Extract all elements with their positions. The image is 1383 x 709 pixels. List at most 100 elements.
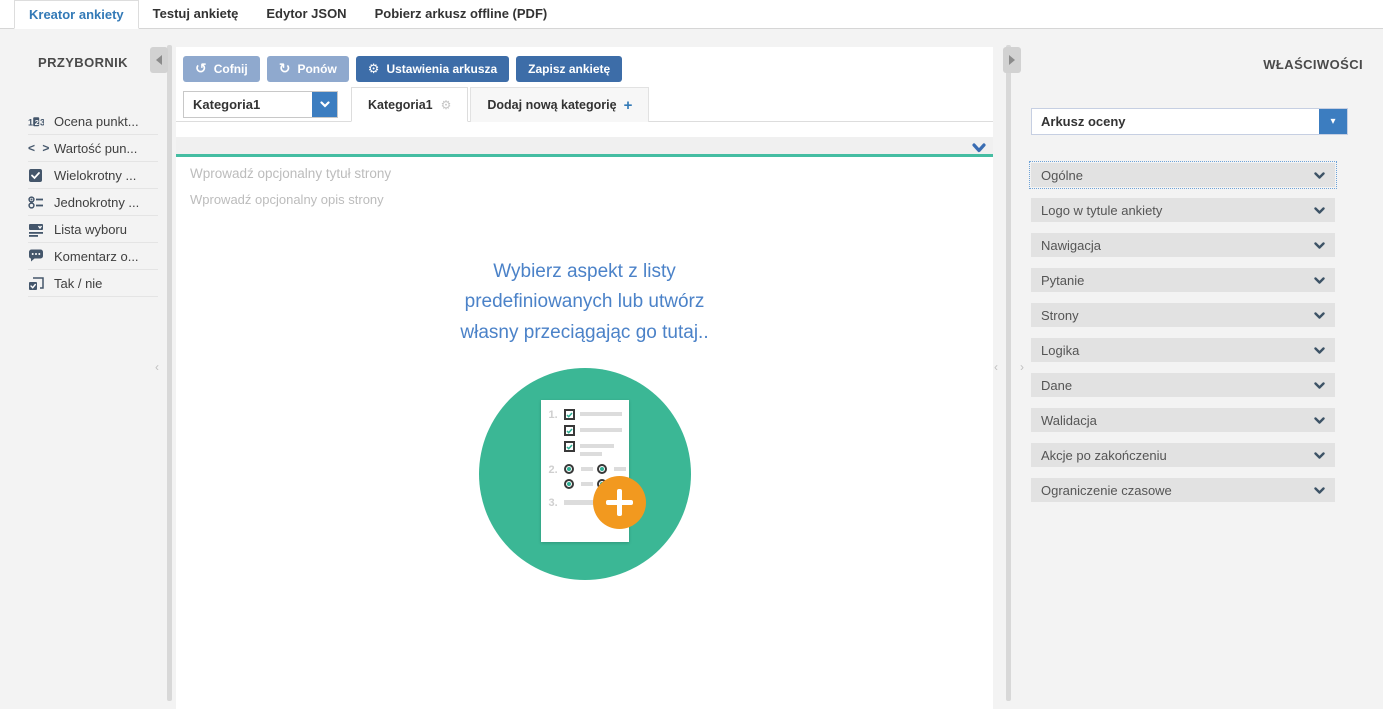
toolbox-item-label: Ocena punkt... xyxy=(54,114,139,129)
category-gear-icon[interactable]: ⚙ xyxy=(441,98,452,112)
chevron-down-icon xyxy=(1314,207,1325,214)
save-survey-button[interactable]: Zapisz ankietę xyxy=(516,56,622,82)
toolbox-item-value[interactable]: < > Wartość pun... xyxy=(28,135,158,162)
value-icon: < > xyxy=(28,141,54,155)
properties-panel: WŁAŚCIWOŚCI Arkusz oceny ▾ Ogólne Logo w… xyxy=(1011,29,1383,709)
toolbox-item-label: Tak / nie xyxy=(54,276,102,291)
accordion-section-completion-actions[interactable]: Akcje po zakończeniu xyxy=(1031,443,1335,467)
accordion-section-data[interactable]: Dane xyxy=(1031,373,1335,397)
empty-page-message: Wybierz aspekt z listy predefiniowanych … xyxy=(190,257,979,348)
tab-download-pdf[interactable]: Pobierz arkusz offline (PDF) xyxy=(361,0,562,29)
accordion-section-logic[interactable]: Logika xyxy=(1031,338,1335,362)
sheet-settings-button[interactable]: ⚙ Ustawienia arkusza xyxy=(356,56,509,82)
gear-icon: ⚙ xyxy=(368,63,380,76)
boolean-icon xyxy=(28,276,54,291)
svg-text:2: 2 xyxy=(35,118,39,127)
svg-text:3: 3 xyxy=(40,117,44,127)
add-question-plus-icon xyxy=(593,476,646,529)
page-title-input[interactable]: Wprowadź opcjonalny tytuł strony xyxy=(190,166,979,181)
illustration-number: 1. xyxy=(549,409,564,458)
toolbox-item-checkbox[interactable]: Wielokrotny ... xyxy=(28,162,158,189)
chevron-down-icon xyxy=(1314,312,1325,319)
undo-button[interactable]: ↺ Cofnij xyxy=(183,56,260,82)
accordion-section-time-limit[interactable]: Ograniczenie czasowe xyxy=(1031,478,1335,502)
main-tab-bar: Kreator ankiety Testuj ankietę Edytor JS… xyxy=(0,0,1383,29)
undo-icon: ↺ xyxy=(195,62,207,76)
redo-label: Ponów xyxy=(297,62,336,76)
workspace: PRZYBORNIK 123 Ocena punkt... < > Wartoś… xyxy=(0,29,1383,709)
properties-object-selector[interactable]: Arkusz oceny ▾ xyxy=(1031,108,1348,135)
collapse-toolbox-button[interactable] xyxy=(150,47,168,73)
toolbox-item-radiogroup[interactable]: Jednokrotny ... xyxy=(28,189,158,216)
chevron-down-icon xyxy=(320,101,330,108)
chevron-down-icon xyxy=(1314,172,1325,179)
canvas-toolbar: ↺ Cofnij ↻ Ponów ⚙ Ustawienia arkusza Za… xyxy=(176,47,993,82)
toolbox-list: 123 Ocena punkt... < > Wartość pun... Wi… xyxy=(28,108,158,297)
checkbox-icon xyxy=(28,168,54,183)
accordion-section-logo[interactable]: Logo w tytule ankiety xyxy=(1031,198,1335,222)
undo-label: Cofnij xyxy=(214,62,248,76)
chevron-left-icon xyxy=(156,55,162,65)
toolbox-item-label: Jednokrotny ... xyxy=(54,195,139,210)
comment-icon xyxy=(28,249,54,264)
properties-selector-value: Arkusz oceny xyxy=(1032,109,1319,134)
add-category-label: Dodaj nową kategorię xyxy=(487,98,616,112)
caret-down-icon: ▾ xyxy=(1330,116,1335,127)
toolbox-title: PRZYBORNIK xyxy=(0,55,166,70)
tab-json-editor[interactable]: Edytor JSON xyxy=(252,0,360,29)
toolbox-item-rating[interactable]: 123 Ocena punkt... xyxy=(28,108,158,135)
category-selector-dropdown-button[interactable] xyxy=(312,92,337,117)
toolbox-item-comment[interactable]: Komentarz o... xyxy=(28,243,158,270)
page-description-input[interactable]: Wprowadź opcjonalny opis strony xyxy=(190,192,979,207)
properties-accordion: Ogólne Logo w tytule ankiety Nawigacja P… xyxy=(1031,163,1335,502)
chevron-down-icon xyxy=(972,143,986,153)
chevron-down-icon xyxy=(1314,347,1325,354)
save-survey-label: Zapisz ankietę xyxy=(528,62,610,76)
category-tab-active[interactable]: Kategoria1 ⚙ xyxy=(351,87,468,122)
accordion-section-navigation[interactable]: Nawigacja xyxy=(1031,233,1335,257)
toolbox-item-label: Wartość pun... xyxy=(54,141,137,156)
chevron-down-icon xyxy=(1314,277,1325,284)
collapse-properties-button[interactable] xyxy=(1003,47,1021,73)
toolbox-item-label: Komentarz o... xyxy=(54,249,139,264)
dropdown-icon xyxy=(28,222,54,237)
properties-title: WŁAŚCIWOŚCI xyxy=(1011,57,1383,72)
tab-test-survey[interactable]: Testuj ankietę xyxy=(139,0,253,29)
design-canvas: ↺ Cofnij ↻ Ponów ⚙ Ustawienia arkusza Za… xyxy=(176,47,993,709)
chevron-down-icon xyxy=(1314,417,1325,424)
svg-text:1: 1 xyxy=(28,117,33,127)
toolbox-item-label: Lista wyboru xyxy=(54,222,127,237)
chevron-down-icon xyxy=(1314,452,1325,459)
properties-selector-dropdown-button[interactable]: ▾ xyxy=(1319,109,1347,134)
toolbox-panel: PRZYBORNIK 123 Ocena punkt... < > Wartoś… xyxy=(0,29,166,709)
accordion-section-general[interactable]: Ogólne xyxy=(1031,163,1335,187)
chevron-down-icon xyxy=(1314,487,1325,494)
accordion-section-question[interactable]: Pytanie xyxy=(1031,268,1335,292)
chevron-down-icon xyxy=(1314,242,1325,249)
category-selector-value: Kategoria1 xyxy=(184,92,312,117)
illustration-number: 2. xyxy=(549,464,564,489)
add-category-tab[interactable]: Dodaj nową kategorię + xyxy=(470,87,649,122)
toolbox-item-dropdown[interactable]: Lista wyboru xyxy=(28,216,158,243)
accordion-section-validation[interactable]: Walidacja xyxy=(1031,408,1335,432)
chevron-down-icon xyxy=(1314,382,1325,389)
tab-survey-creator[interactable]: Kreator ankiety xyxy=(14,0,139,29)
drop-zone-illustration: 1. xyxy=(479,368,691,580)
page-header-band xyxy=(176,137,993,157)
illustration-number: 3. xyxy=(549,497,564,509)
sheet-settings-label: Ustawienia arkusza xyxy=(386,62,497,76)
category-selector[interactable]: Kategoria1 xyxy=(183,91,338,118)
redo-button[interactable]: ↻ Ponów xyxy=(267,56,349,82)
category-tab-bar: Kategoria1 Kategoria1 ⚙ Dodaj nową kateg… xyxy=(176,87,993,122)
radiogroup-icon xyxy=(28,195,54,210)
accordion-section-pages[interactable]: Strony xyxy=(1031,303,1335,327)
redo-icon: ↻ xyxy=(279,62,291,76)
page-collapse-button[interactable] xyxy=(972,140,986,158)
page-body: Wprowadź opcjonalny tytuł strony Wprowad… xyxy=(176,157,993,580)
toolbox-item-boolean[interactable]: Tak / nie xyxy=(28,270,158,297)
category-tab-label: Kategoria1 xyxy=(368,98,433,112)
rating-icon: 123 xyxy=(28,114,54,129)
toolbox-item-label: Wielokrotny ... xyxy=(54,168,136,183)
chevron-right-icon xyxy=(1009,55,1015,65)
plus-icon: + xyxy=(624,97,633,114)
